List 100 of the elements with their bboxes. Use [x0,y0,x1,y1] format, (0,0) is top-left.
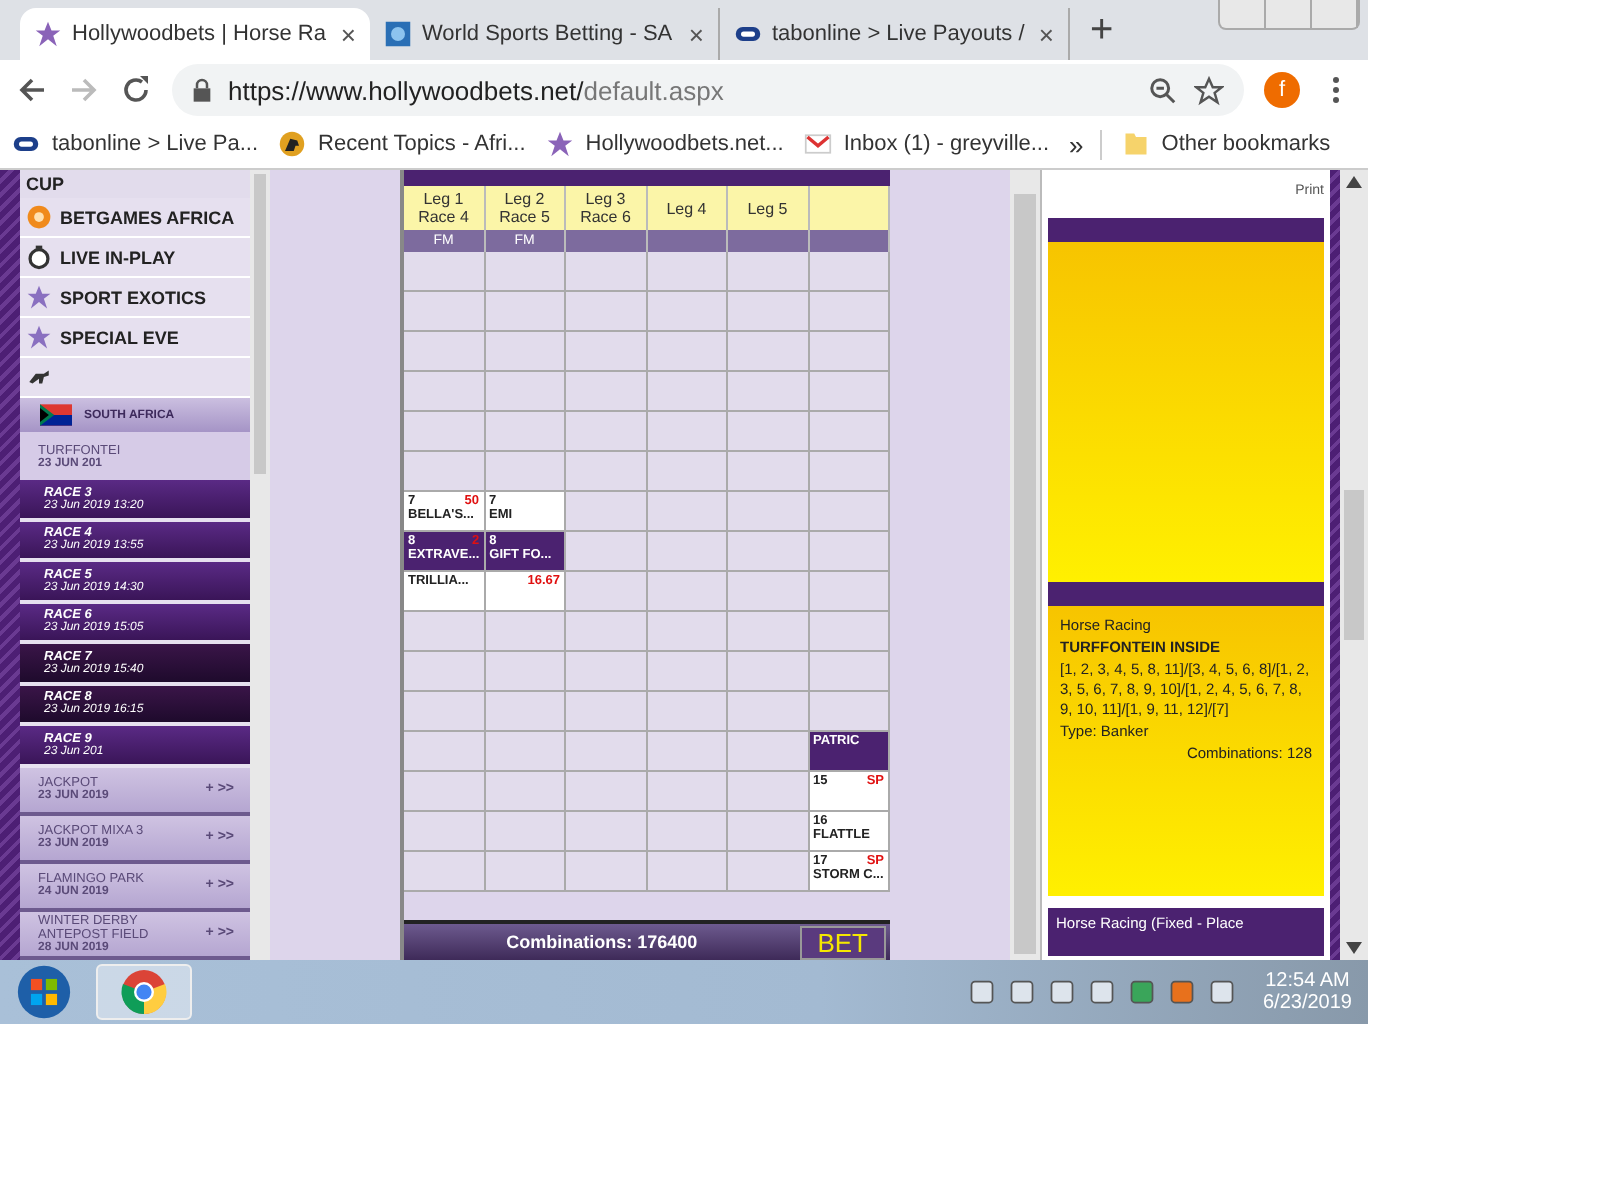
bookmark-star-icon[interactable] [1194,75,1224,105]
browser-icon [120,968,168,1016]
grid-cell [485,372,566,412]
star-icon [34,20,62,48]
grid-cell [566,452,647,492]
grid-cell [566,492,647,532]
section-heading: CUP [24,172,67,198]
tray-icon[interactable] [1007,978,1035,1006]
grid-cell [647,452,728,492]
grid-cell [647,652,728,692]
grid-cell [809,532,890,572]
close-button[interactable]: × [688,21,704,47]
scroll-thumb[interactable] [1344,490,1364,640]
grid-cell [728,252,809,292]
star-icon [26,284,52,310]
grid-cell [728,372,809,412]
tray-icon[interactable] [1087,978,1115,1006]
grid-cell [809,292,890,332]
grid-cell [485,652,566,692]
close-button[interactable]: × [1038,21,1054,47]
grid-cell [647,412,728,452]
grid-cell [809,452,890,492]
tray-icon[interactable] [1127,978,1155,1006]
grid-cell [566,612,647,652]
grid-cell [485,732,566,772]
bookmark[interactable]: Inbox (1) - greyville... [803,130,1050,158]
stopwatch-icon [26,244,52,270]
flag-icon [40,404,72,426]
sidebar-item[interactable]: SPORT EXOTICS [20,278,250,318]
grid-cell [647,772,728,812]
grid-cell [647,812,728,852]
grid-cell [809,612,890,652]
combinations-label: Combinations: 176400 [504,932,700,952]
bookmarks-overflow[interactable]: » [1069,129,1102,159]
tray-icon[interactable] [1047,978,1075,1006]
scroll-up-icon[interactable] [1346,176,1362,188]
scrollbar[interactable] [250,170,270,960]
form-header [566,230,647,252]
grid-cell [728,732,809,772]
grid-cell [647,692,728,732]
grid-cell [566,532,648,572]
tray-icon[interactable] [1167,978,1195,1006]
bet-button[interactable]: BET [799,925,886,959]
taskbar-app[interactable] [96,964,192,1020]
address-bar[interactable]: https://www.hollywoodbets.net/default.aspx [172,64,1244,116]
grid-cell [566,332,647,372]
grid-cell [566,732,647,772]
leg-header: Leg 5 [728,186,809,230]
scrollbar[interactable] [1010,170,1040,960]
grid-cell [728,412,809,452]
grid-cell [728,452,809,492]
other-bookmarks[interactable]: Other bookmarks [1121,130,1331,158]
grid-cell [566,652,647,692]
grid-cell [485,612,566,652]
grid-cell [485,812,566,852]
bookmark[interactable]: Recent Topics - Afri... [278,130,526,158]
back-icon[interactable] [16,74,48,106]
grid-cell [566,772,647,812]
reload-icon[interactable] [120,74,152,106]
tray-icon[interactable] [1207,978,1235,1006]
folder-icon [1121,130,1150,158]
mail-icon [803,130,832,158]
grid-cell [728,652,809,692]
grid-cell [728,572,809,612]
form-header [728,230,809,252]
horse-icon [278,130,307,158]
sidebar-item[interactable]: BETGAMES AFRICA [20,198,250,238]
grid-cell [566,292,647,332]
close-button[interactable]: × [340,21,356,47]
grid-cell [647,612,728,652]
grid-cell [809,332,890,372]
start-button[interactable] [16,964,72,1020]
grid-cell [809,492,890,532]
grid-cell [566,372,647,412]
scrollbar[interactable] [1340,170,1368,960]
grid-cell [485,332,566,372]
bookmark[interactable]: Hollywoodbets.net... [545,130,784,158]
grid-cell [485,852,566,892]
grid-cell [647,492,728,532]
new-tab-button[interactable]: + [1090,8,1114,54]
grid-cell [566,572,647,612]
grid-cell [647,852,728,892]
grid-cell [809,572,890,612]
grid-cell [647,572,728,612]
browser-tab[interactable]: Hollywoodbets | Horse Ra × [20,8,370,60]
tray-icon[interactable] [967,978,995,1006]
sidebar-item[interactable]: SPECIAL EVE [20,318,250,358]
zoom-icon[interactable] [1148,75,1178,105]
sidebar-item[interactable]: LIVE IN-PLAY [20,238,250,278]
grid-cell [647,332,728,372]
grid-cell [809,692,890,732]
bookmark[interactable]: tabonline > Live Pa... [12,130,259,158]
grid-cell [647,252,728,292]
grid-cell [566,812,647,852]
grid-cell [647,292,728,332]
star-icon [545,130,574,158]
leg-header: Leg 1 Race 4 [404,186,485,230]
scroll-down-icon[interactable] [1346,942,1362,954]
grid-cell [485,692,566,732]
grid-cell [728,292,809,332]
